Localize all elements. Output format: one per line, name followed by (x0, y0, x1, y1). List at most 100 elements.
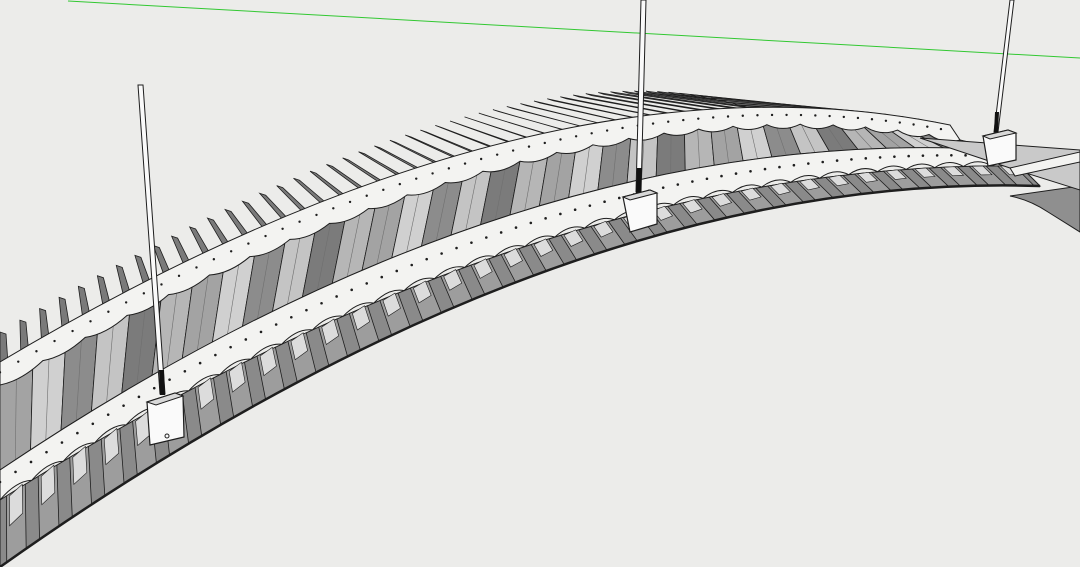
screw-hole-icon (749, 169, 752, 173)
screw-hole-icon (264, 234, 267, 238)
screw-hole-icon (711, 116, 715, 119)
screw-hole-icon (770, 113, 774, 117)
screw-hole-icon (912, 123, 915, 126)
screw-hole-icon (89, 320, 92, 323)
screw-hole-icon (676, 183, 680, 186)
screw-hole-icon (691, 180, 694, 183)
screw-hole-icon (821, 160, 825, 164)
screw-hole-icon (398, 182, 402, 186)
screw-hole-icon (259, 330, 263, 334)
screw-hole-icon (741, 114, 744, 117)
screw-hole-icon (878, 156, 882, 159)
screw-hole-icon (884, 119, 888, 122)
screw-hole-icon (495, 153, 499, 156)
screw-hole-icon (864, 157, 868, 160)
screw-hole-icon (661, 186, 665, 189)
screw-hole-icon (603, 200, 606, 204)
screw-hole-icon (365, 282, 369, 285)
screw-hole-icon (107, 310, 110, 313)
screw-hole-icon (425, 257, 428, 261)
screw-hole-icon (332, 207, 335, 210)
hanger-rod-middle-tip (636, 168, 642, 193)
screw-hole-icon (274, 323, 278, 326)
screw-hole-icon (53, 339, 56, 343)
screw-hole-icon (463, 162, 467, 165)
screw-hole-icon (350, 288, 353, 292)
screw-hole-icon (527, 145, 531, 148)
screw-hole-icon (60, 441, 64, 444)
screw-hole-icon (559, 138, 562, 141)
screw-hole-icon (440, 252, 443, 255)
screw-hole-icon (229, 250, 233, 253)
screw-hole-icon (76, 431, 79, 435)
screw-hole-icon (926, 125, 929, 128)
screw-hole-icon (720, 174, 723, 178)
screw-hole-icon (898, 121, 901, 124)
screw-hole-icon (756, 114, 759, 117)
screw-hole-icon (320, 301, 323, 305)
screw-hole-icon (455, 246, 458, 250)
screw-hole-icon (124, 301, 128, 304)
screw-hole-icon (315, 213, 318, 217)
screw-hole-icon (667, 120, 670, 123)
screw-hole-icon (964, 154, 967, 157)
model-scene[interactable] (0, 0, 1080, 567)
screw-hole-icon (870, 118, 874, 121)
screw-hole-icon (950, 153, 953, 157)
screw-hole-icon (907, 154, 910, 158)
screw-hole-icon (511, 149, 515, 152)
screw-hole-icon (792, 163, 796, 167)
screw-hole-icon (485, 236, 488, 239)
sketchup-3d-viewport[interactable] (0, 0, 1080, 567)
screw-hole-icon (588, 204, 592, 207)
screw-hole-icon (281, 227, 284, 230)
screw-hole-icon (177, 274, 181, 278)
screw-hole-icon (431, 172, 434, 175)
screw-hole-icon (499, 231, 503, 234)
screw-hole-icon (229, 345, 232, 349)
screw-hole-icon (212, 258, 216, 261)
screw-hole-icon (514, 226, 518, 229)
screw-hole-icon (470, 241, 473, 244)
screw-hole-icon (814, 114, 817, 117)
screw-hole-icon (298, 220, 301, 223)
screw-hole-icon (35, 350, 38, 353)
screw-hole-icon (785, 113, 788, 117)
screw-hole-icon (183, 369, 187, 373)
screw-hole-icon (559, 212, 562, 216)
screw-hole-icon (807, 162, 810, 165)
screw-hole-icon (921, 154, 925, 157)
screw-hole-icon (621, 126, 624, 130)
screw-hole-icon (778, 165, 781, 169)
screw-hole-icon (380, 275, 384, 279)
screw-hole-icon (106, 413, 110, 416)
screw-hole-icon (395, 269, 399, 273)
screw-hole-icon (605, 129, 609, 132)
screw-hole-icon (590, 132, 593, 135)
screw-hole-icon (799, 113, 803, 117)
screw-hole-icon (447, 167, 451, 170)
screw-hole-icon (71, 329, 74, 333)
screw-hole-icon (247, 242, 250, 245)
screw-hole-icon (726, 115, 730, 118)
screw-hole-icon (382, 188, 385, 192)
screw-hole-icon (214, 353, 217, 357)
screw-hole-icon (850, 158, 853, 161)
screw-hole-icon (195, 266, 198, 269)
hanger-rod-left-tip (159, 370, 165, 395)
screw-hole-icon (479, 157, 483, 161)
screw-hole-icon (705, 177, 709, 181)
screw-hole-icon (160, 283, 163, 286)
screw-hole-icon (544, 217, 547, 220)
screw-hole-icon (365, 194, 368, 197)
screw-hole-icon (410, 263, 414, 267)
screw-hole-icon (91, 422, 95, 426)
screw-hole-icon (122, 404, 125, 407)
screw-hole-icon (734, 172, 738, 175)
screw-hole-icon (893, 155, 896, 158)
screw-hole-icon (244, 338, 248, 341)
screw-hole-icon (142, 292, 146, 295)
screw-hole-icon (682, 118, 685, 122)
screw-hole-icon (835, 159, 839, 162)
screw-hole-icon (305, 308, 308, 312)
